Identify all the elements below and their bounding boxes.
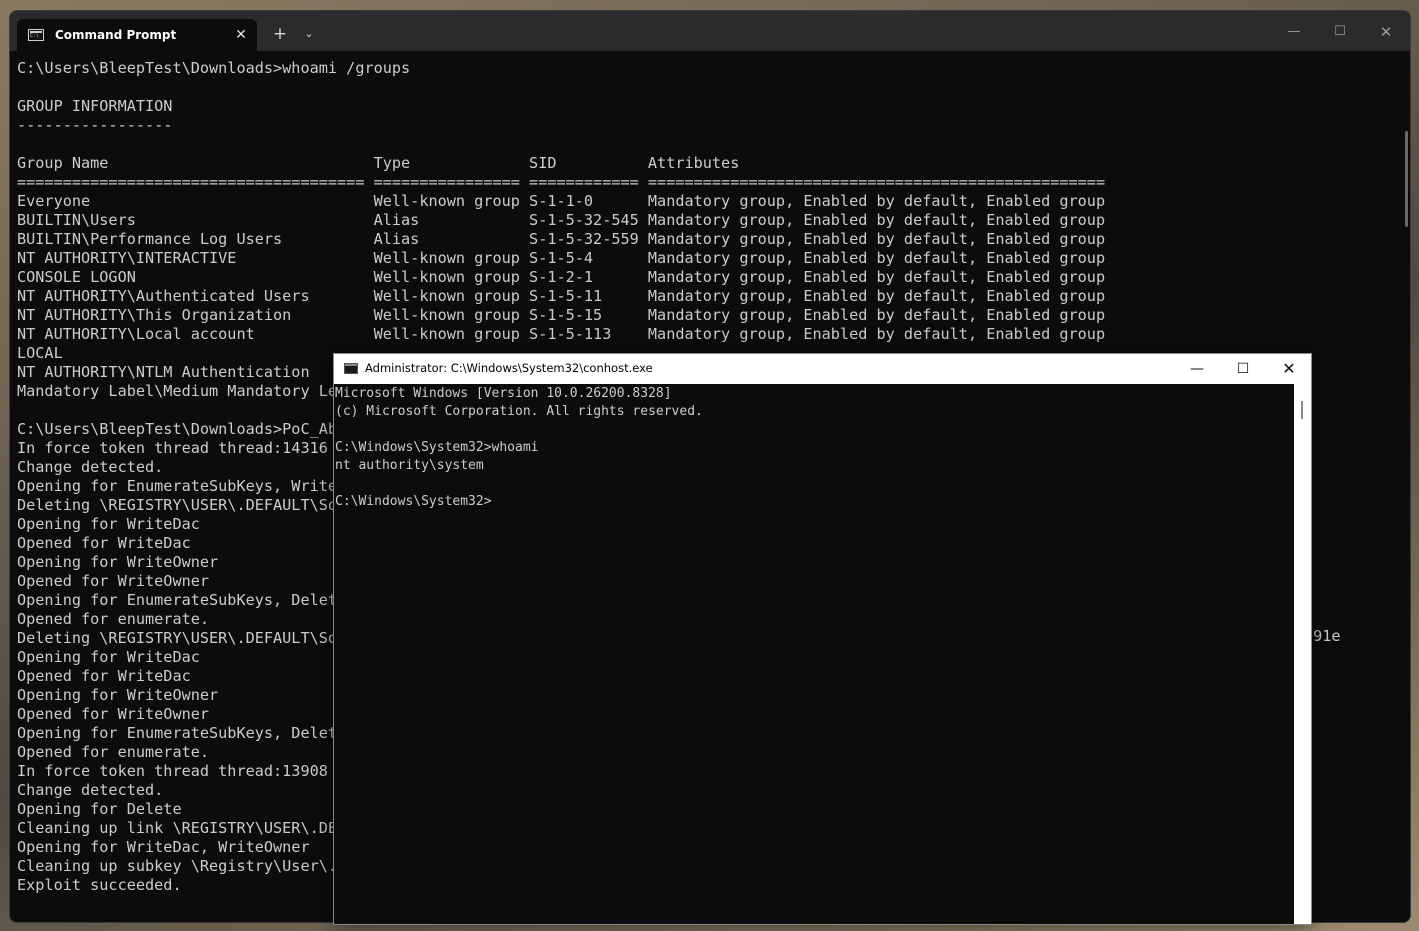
minimize-button[interactable]: — [1282, 21, 1306, 43]
terminal-line: Group Name Type SID Attributes [17, 154, 740, 172]
conhost-title: Administrator: C:\Windows\System32\conho… [365, 361, 653, 375]
conhost-output[interactable]: Microsoft Windows [Version 10.0.26200.83… [335, 385, 1293, 511]
terminal-line: BUILTIN\Performance Log Users Alias S-1-… [17, 230, 1106, 248]
terminal-line: ----------------- [17, 116, 173, 134]
terminal-line: Microsoft Windows [Version 10.0.26200.83… [335, 386, 672, 401]
terminal-line: NT AUTHORITY\INTERACTIVE Well-known grou… [17, 249, 1106, 267]
new-tab-button[interactable]: + [270, 24, 290, 44]
console-icon [344, 363, 358, 374]
terminal-line: NT AUTHORITY\Local account Well-known gr… [17, 325, 1106, 343]
terminal-line: NT AUTHORITY\This Organization Well-know… [17, 306, 1106, 324]
terminal-scrollbar[interactable] [1405, 131, 1408, 227]
conhost-minimize-button[interactable]: — [1183, 357, 1211, 381]
terminal-line: (c) Microsoft Corporation. All rights re… [335, 404, 703, 419]
conhost-title-bar[interactable]: Administrator: C:\Windows\System32\conho… [334, 354, 1311, 384]
terminal-title-bar[interactable]: Command Prompt ✕ + ⌄ — ☐ ✕ [10, 11, 1410, 51]
terminal-line: nt authority\system [335, 458, 484, 473]
terminal-line: GROUP INFORMATION [17, 97, 173, 115]
terminal-line: C:\Windows\System32> [335, 494, 492, 509]
terminal-line: C:\Users\BleepTest\Downloads>whoami /gro… [17, 59, 411, 77]
maximize-button[interactable]: ☐ [1328, 21, 1352, 43]
terminal-line: Everyone Well-known group S-1-1-0 Mandat… [17, 192, 1106, 210]
terminal-line: BUILTIN\Users Alias S-1-5-32-545 Mandato… [17, 211, 1106, 229]
conhost-scroll-thumb[interactable] [1301, 401, 1303, 419]
conhost-window[interactable]: Administrator: C:\Windows\System32\conho… [333, 353, 1312, 925]
terminal-line: CONSOLE LOGON Well-known group S-1-2-1 M… [17, 268, 1106, 286]
conhost-scrollbar[interactable] [1294, 384, 1311, 924]
tab-close-icon[interactable]: ✕ [231, 25, 251, 45]
terminal-line: C:\Windows\System32>whoami [335, 440, 539, 455]
close-button[interactable]: ✕ [1374, 21, 1398, 43]
conhost-close-button[interactable]: ✕ [1275, 357, 1303, 381]
tab-title: Command Prompt [55, 28, 177, 42]
cmd-icon [28, 29, 44, 41]
tab-command-prompt[interactable]: Command Prompt ✕ [17, 19, 257, 51]
terminal-line: ====================================== =… [17, 173, 1106, 191]
chevron-down-icon[interactable]: ⌄ [300, 24, 318, 44]
terminal-line: NT AUTHORITY\Authenticated Users Well-kn… [17, 287, 1106, 305]
conhost-maximize-button[interactable]: ☐ [1229, 357, 1257, 381]
